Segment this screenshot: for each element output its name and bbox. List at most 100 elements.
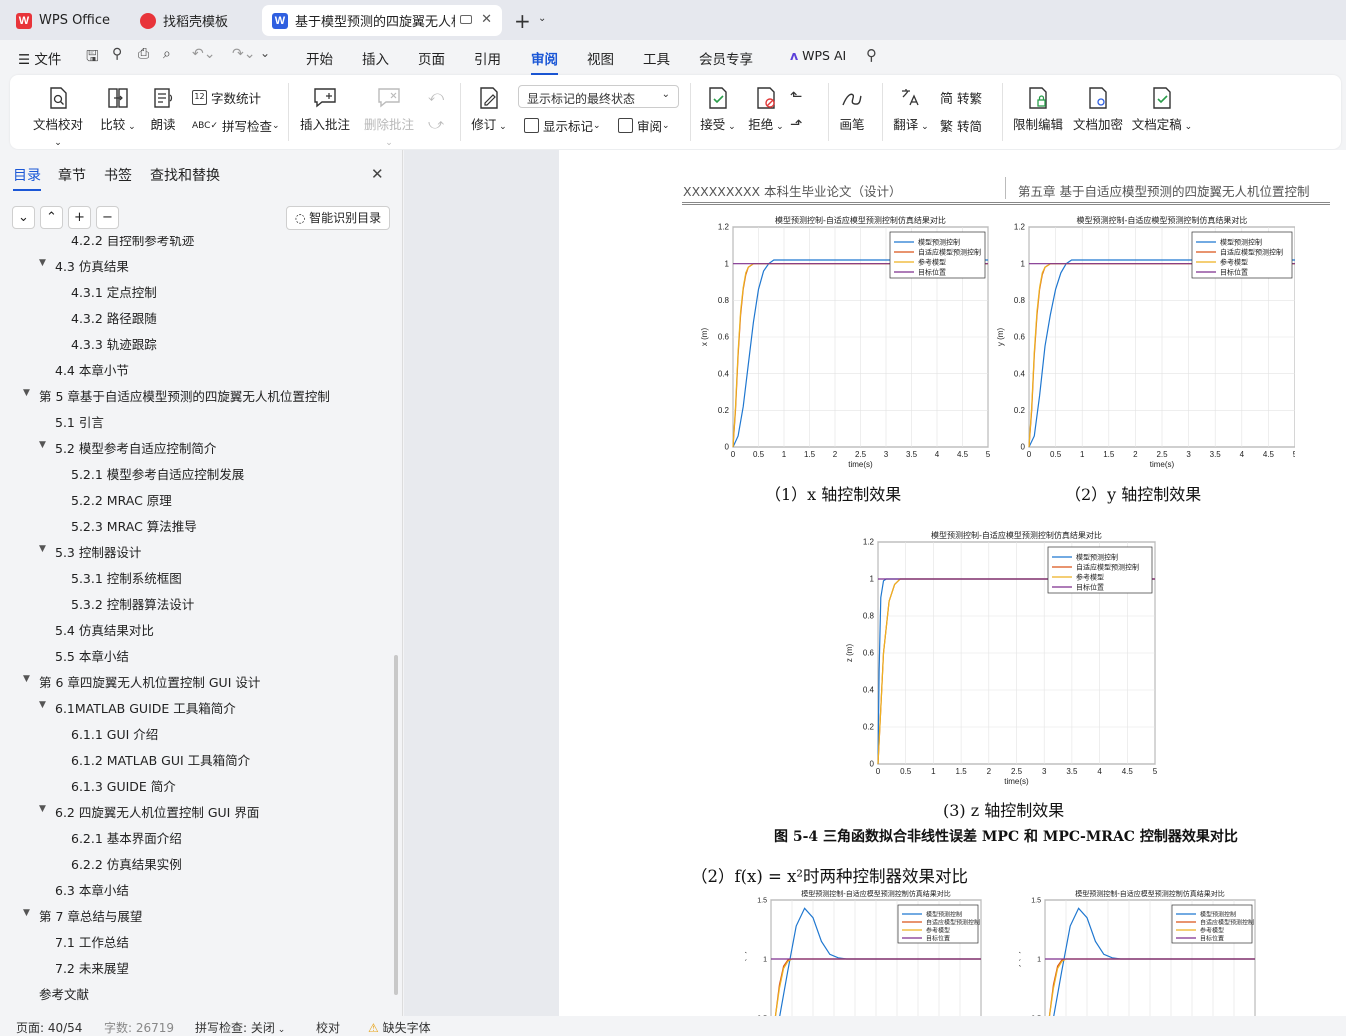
smart-toc-button[interactable]: ◌ 智能识别目录 [286, 206, 390, 230]
toc-item[interactable]: 5.3.1 控制系统框图 [0, 564, 390, 588]
toc-item[interactable]: ▼ 6.1MATLAB GUIDE 工具箱简介 [0, 694, 390, 718]
toc-item[interactable]: 5.3.2 控制器算法设计 [0, 590, 390, 614]
add-heading-button[interactable]: + [68, 206, 91, 229]
prev-comment-icon[interactable]: ⤺ [428, 87, 444, 105]
tab-wps-office[interactable]: W WPS Office [6, 5, 124, 36]
review-pane-button[interactable]: 审阅 ⌄ [618, 116, 670, 135]
toc-item[interactable]: ▼ 第 7 章总结与展望 [0, 902, 390, 926]
delete-comment-button[interactable]: 删除批注 ⌄ [360, 87, 418, 148]
print-icon[interactable]: ⎙ [138, 46, 149, 62]
missing-font-status[interactable]: ⚠ 缺失字体 [368, 1019, 431, 1036]
collapse-all-button[interactable]: ⌄ [12, 206, 35, 229]
undo-icon[interactable]: ↶⌄ [192, 46, 215, 62]
file-menu[interactable]: ☰ 文件 [18, 48, 61, 68]
wps-ai-button[interactable]: ʌ WPS AI [790, 48, 846, 63]
tab-document[interactable]: W 基于模型预测的四旋翼无人机位 ✕ [262, 5, 502, 36]
expand-toggle-icon[interactable]: ▼ [39, 700, 46, 710]
toc-item[interactable]: ▼ 第 5 章基于自适应模型预测的四旋翼无人机位置控制 [0, 382, 390, 406]
share-icon[interactable]: ⚲ [112, 46, 122, 62]
menu-member[interactable]: 会员专享 [699, 48, 753, 68]
toc-item[interactable]: ▼ 第 6 章四旋翼无人机位置控制 GUI 设计 [0, 668, 390, 692]
toc-item[interactable]: 4.3.3 轨迹跟踪 [0, 330, 390, 354]
menu-tools[interactable]: 工具 [643, 48, 670, 68]
prev-change-icon[interactable]: ⬑ [790, 87, 803, 105]
toc-item[interactable]: 6.2.1 基本界面介绍 [0, 824, 390, 848]
toc-item[interactable]: 7.2 未来展望 [0, 954, 390, 978]
expand-toggle-icon[interactable]: ▼ [39, 440, 46, 450]
menu-view[interactable]: 视图 [587, 48, 614, 68]
toc-item[interactable]: 5.1 引言 [0, 408, 390, 432]
menu-reference[interactable]: 引用 [474, 48, 501, 68]
toc-item[interactable]: ▼ 5.2 模型参考自适应控制简介 [0, 434, 390, 458]
to-simplified-button[interactable]: 繁转简 [940, 116, 982, 135]
search-icon[interactable]: ⚲ [866, 46, 877, 64]
display-state-select[interactable]: 显示标记的最终状态 ⌄ [518, 85, 679, 108]
expand-toggle-icon[interactable]: ▼ [23, 674, 30, 684]
window-icon[interactable] [460, 15, 472, 24]
menu-insert[interactable]: 插入 [362, 48, 389, 68]
toc-item[interactable]: 6.1.1 GUI 介绍 [0, 720, 390, 744]
toc-item[interactable]: 6.3 本章小结 [0, 876, 390, 900]
word-count-status[interactable]: 字数: 26719 [104, 1019, 174, 1036]
next-comment-icon[interactable]: ⤻ [428, 115, 444, 133]
translate-button[interactable]: 翻译 ⌄ [890, 87, 932, 133]
toc-item[interactable]: 5.2.3 MRAC 算法推导 [0, 512, 390, 536]
expand-toggle-icon[interactable]: ▼ [39, 804, 46, 814]
menu-start[interactable]: 开始 [306, 48, 333, 68]
compare-button[interactable]: 比较 ⌄ [98, 87, 138, 133]
toc-item[interactable]: ▼ 4.3 仿真结果 [0, 252, 390, 276]
toc-item[interactable]: 5.2.1 模型参考自适应控制发展 [0, 460, 390, 484]
insert-comment-button[interactable]: 插入批注 [298, 87, 352, 133]
toc-item[interactable]: 4.3.2 路径跟随 [0, 304, 390, 328]
tab-find-replace[interactable]: 查找和替换 [150, 165, 220, 185]
tab-chapters[interactable]: 章节 [58, 165, 86, 185]
pen-button[interactable]: 画笔 [836, 87, 868, 133]
menu-review[interactable]: 审阅 [531, 48, 558, 75]
toc-item[interactable]: 6.2.2 仿真结果实例 [0, 850, 390, 874]
toc-scrollbar[interactable] [394, 655, 398, 995]
expand-toggle-icon[interactable]: ▼ [23, 908, 30, 918]
toc-item[interactable]: 5.2.2 MRAC 原理 [0, 486, 390, 510]
close-pane-icon[interactable]: ✕ [371, 165, 384, 183]
encrypt-button[interactable]: 文档加密 [1072, 87, 1124, 133]
expand-toggle-icon[interactable]: ▼ [39, 544, 46, 554]
proofread-status[interactable]: 校对 [316, 1019, 340, 1036]
print-preview-icon[interactable]: ⌕ [163, 46, 171, 62]
toc-item[interactable]: ▼ 6.2 四旋翼无人机位置控制 GUI 界面 [0, 798, 390, 822]
tab-bookmarks[interactable]: 书签 [104, 165, 132, 185]
menu-page[interactable]: 页面 [418, 48, 445, 68]
to-traditional-button[interactable]: 简转繁 [940, 88, 982, 107]
save-icon[interactable]: 🖫 [86, 46, 99, 71]
toc-item[interactable]: 4.2.2 自控制参考轨迹 [0, 236, 390, 250]
close-tab-icon[interactable]: ✕ [481, 12, 492, 27]
restrict-edit-button[interactable]: 限制编辑 [1012, 87, 1064, 133]
page-indicator[interactable]: 页面: 40/54 [16, 1019, 82, 1036]
more-chevron-icon[interactable]: ⌄ [260, 46, 270, 60]
toc-item[interactable]: 参考文献 [0, 980, 390, 1004]
toc-item[interactable]: 5.5 本章小结 [0, 642, 390, 666]
toc-item[interactable]: 4.3.1 定点控制 [0, 278, 390, 302]
toc-item[interactable]: 5.4 仿真结果对比 [0, 616, 390, 640]
doc-check-button[interactable]: 文档校对 ⌄ [28, 87, 88, 148]
expand-toggle-icon[interactable]: ▼ [39, 258, 46, 268]
next-change-icon[interactable]: ⬏ [790, 115, 803, 133]
remove-heading-button[interactable]: − [96, 206, 119, 229]
tab-toc[interactable]: 目录 [13, 165, 41, 191]
toc-item[interactable]: 4.4 本章小节 [0, 356, 390, 380]
redo-icon[interactable]: ↷⌄ [232, 46, 255, 62]
read-aloud-button[interactable]: 朗读 [147, 87, 179, 133]
toc-item[interactable]: 7.1 工作总结 [0, 928, 390, 952]
spell-check-button[interactable]: ABC✓ 拼写检查 ⌄ [192, 116, 280, 135]
toc-item[interactable]: 6.1.3 GUIDE 简介 [0, 772, 390, 796]
accept-button[interactable]: 接受 ⌄ [698, 87, 738, 133]
expand-up-button[interactable]: ⌃ [40, 206, 63, 229]
tab-list-chevron-icon[interactable]: ⌄ [538, 13, 546, 24]
finalize-button[interactable]: 文档定稿 ⌄ [1130, 87, 1194, 133]
toc-item[interactable]: ▼ 5.3 控制器设计 [0, 538, 390, 562]
show-marks-button[interactable]: 显示标记 ⌄ [524, 116, 601, 135]
spell-check-status[interactable]: 拼写检查: 关闭 ⌄ [195, 1019, 285, 1036]
tab-docer-template[interactable]: 找稻壳模板 [130, 5, 256, 36]
expand-toggle-icon[interactable]: ▼ [23, 388, 30, 398]
word-count-button[interactable]: 12 字数统计 [192, 88, 261, 107]
new-tab-icon[interactable]: + [514, 9, 531, 33]
